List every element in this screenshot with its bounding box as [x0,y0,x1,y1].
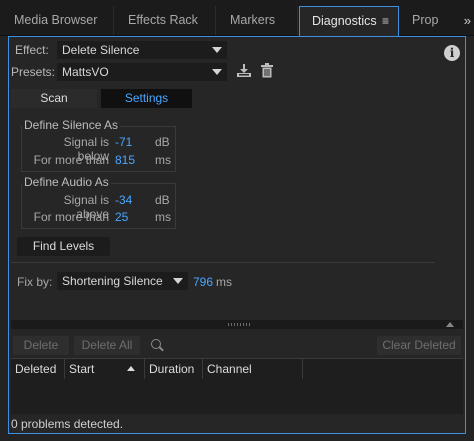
audio-duration-value[interactable]: 25 [115,210,128,224]
tab-label: Media Browser [14,13,98,27]
audio-signal-unit: dB [155,193,170,207]
fix-by-label: Fix by: [17,275,53,289]
tab-label: Prop [412,13,439,27]
find-levels-button[interactable]: Find Levels [17,237,110,256]
chevron-down-icon [212,47,222,53]
fix-amount-value[interactable]: 796 [193,275,213,289]
silence-duration-value[interactable]: 815 [115,153,135,167]
silence-group-title: Define Silence As [22,118,121,132]
tab-markers[interactable]: Markers [218,6,298,35]
chevron-down-icon [173,278,183,284]
problems-table-header: Deleted Start Duration Channel [11,358,463,380]
panel-tab-bar: Media Browser Effects Rack Markers Diagn… [0,0,474,36]
divider [11,262,435,263]
silence-duration-unit: ms [155,153,171,167]
info-icon[interactable]: i [444,45,460,61]
tab-label: Diagnostics [312,14,377,28]
tab-diagnostics[interactable]: Diagnostics ≡ [299,6,399,36]
tab-overflow-icon[interactable]: » [464,6,472,35]
audio-group-title: Define Audio As [22,175,111,189]
tab-settings[interactable]: Settings [101,89,192,108]
presets-label: Presets: [11,65,56,79]
problems-table-body [11,379,463,414]
column-channel[interactable]: Channel [203,359,303,379]
grip-icon [228,323,252,326]
silence-duration-label: For more than [33,153,109,167]
column-start[interactable]: Start [65,359,145,379]
effect-value: Delete Silence [62,43,140,57]
effect-label: Effect: [15,43,49,57]
column-duration[interactable]: Duration [145,359,203,379]
trash-icon[interactable] [261,63,273,78]
fix-by-value: Shortening Silence [62,274,163,288]
status-text: 0 problems detected. [11,417,124,431]
collapse-up-icon[interactable] [446,322,454,327]
fix-amount-unit: ms [216,275,232,289]
sort-ascending-icon [127,366,135,371]
fix-by-dropdown[interactable]: Shortening Silence [57,272,188,290]
tab-properties[interactable]: Prop [400,6,450,35]
audio-signal-value[interactable]: -34 [115,193,132,207]
tab-effects-rack[interactable]: Effects Rack [116,6,216,35]
tab-scan[interactable]: Scan [11,89,97,108]
search-icon[interactable] [151,339,161,349]
delete-button[interactable]: Delete [13,336,69,355]
effect-dropdown[interactable]: Delete Silence [57,41,227,59]
panel-menu-icon[interactable]: ≡ [382,7,389,36]
column-start-label: Start [69,362,95,376]
tab-label: Markers [230,13,276,27]
delete-all-button[interactable]: Delete All [74,336,140,355]
presets-value: MattsVO [62,65,109,79]
clear-deleted-button[interactable]: Clear Deleted [377,336,461,355]
silence-signal-unit: dB [155,135,170,149]
tab-media-browser[interactable]: Media Browser [2,6,114,35]
audio-duration-unit: ms [155,210,171,224]
silence-signal-value[interactable]: -71 [115,135,132,149]
chevron-down-icon [212,69,222,75]
tab-label: Effects Rack [128,13,198,27]
presets-dropdown[interactable]: MattsVO [57,63,227,81]
diagnostics-panel: Effect: Delete Silence Presets: MattsVO … [8,36,466,434]
save-preset-icon[interactable] [236,63,252,78]
column-deleted[interactable]: Deleted [11,359,65,379]
audio-duration-label: For more than [33,210,109,224]
panel-splitter[interactable] [11,320,463,329]
